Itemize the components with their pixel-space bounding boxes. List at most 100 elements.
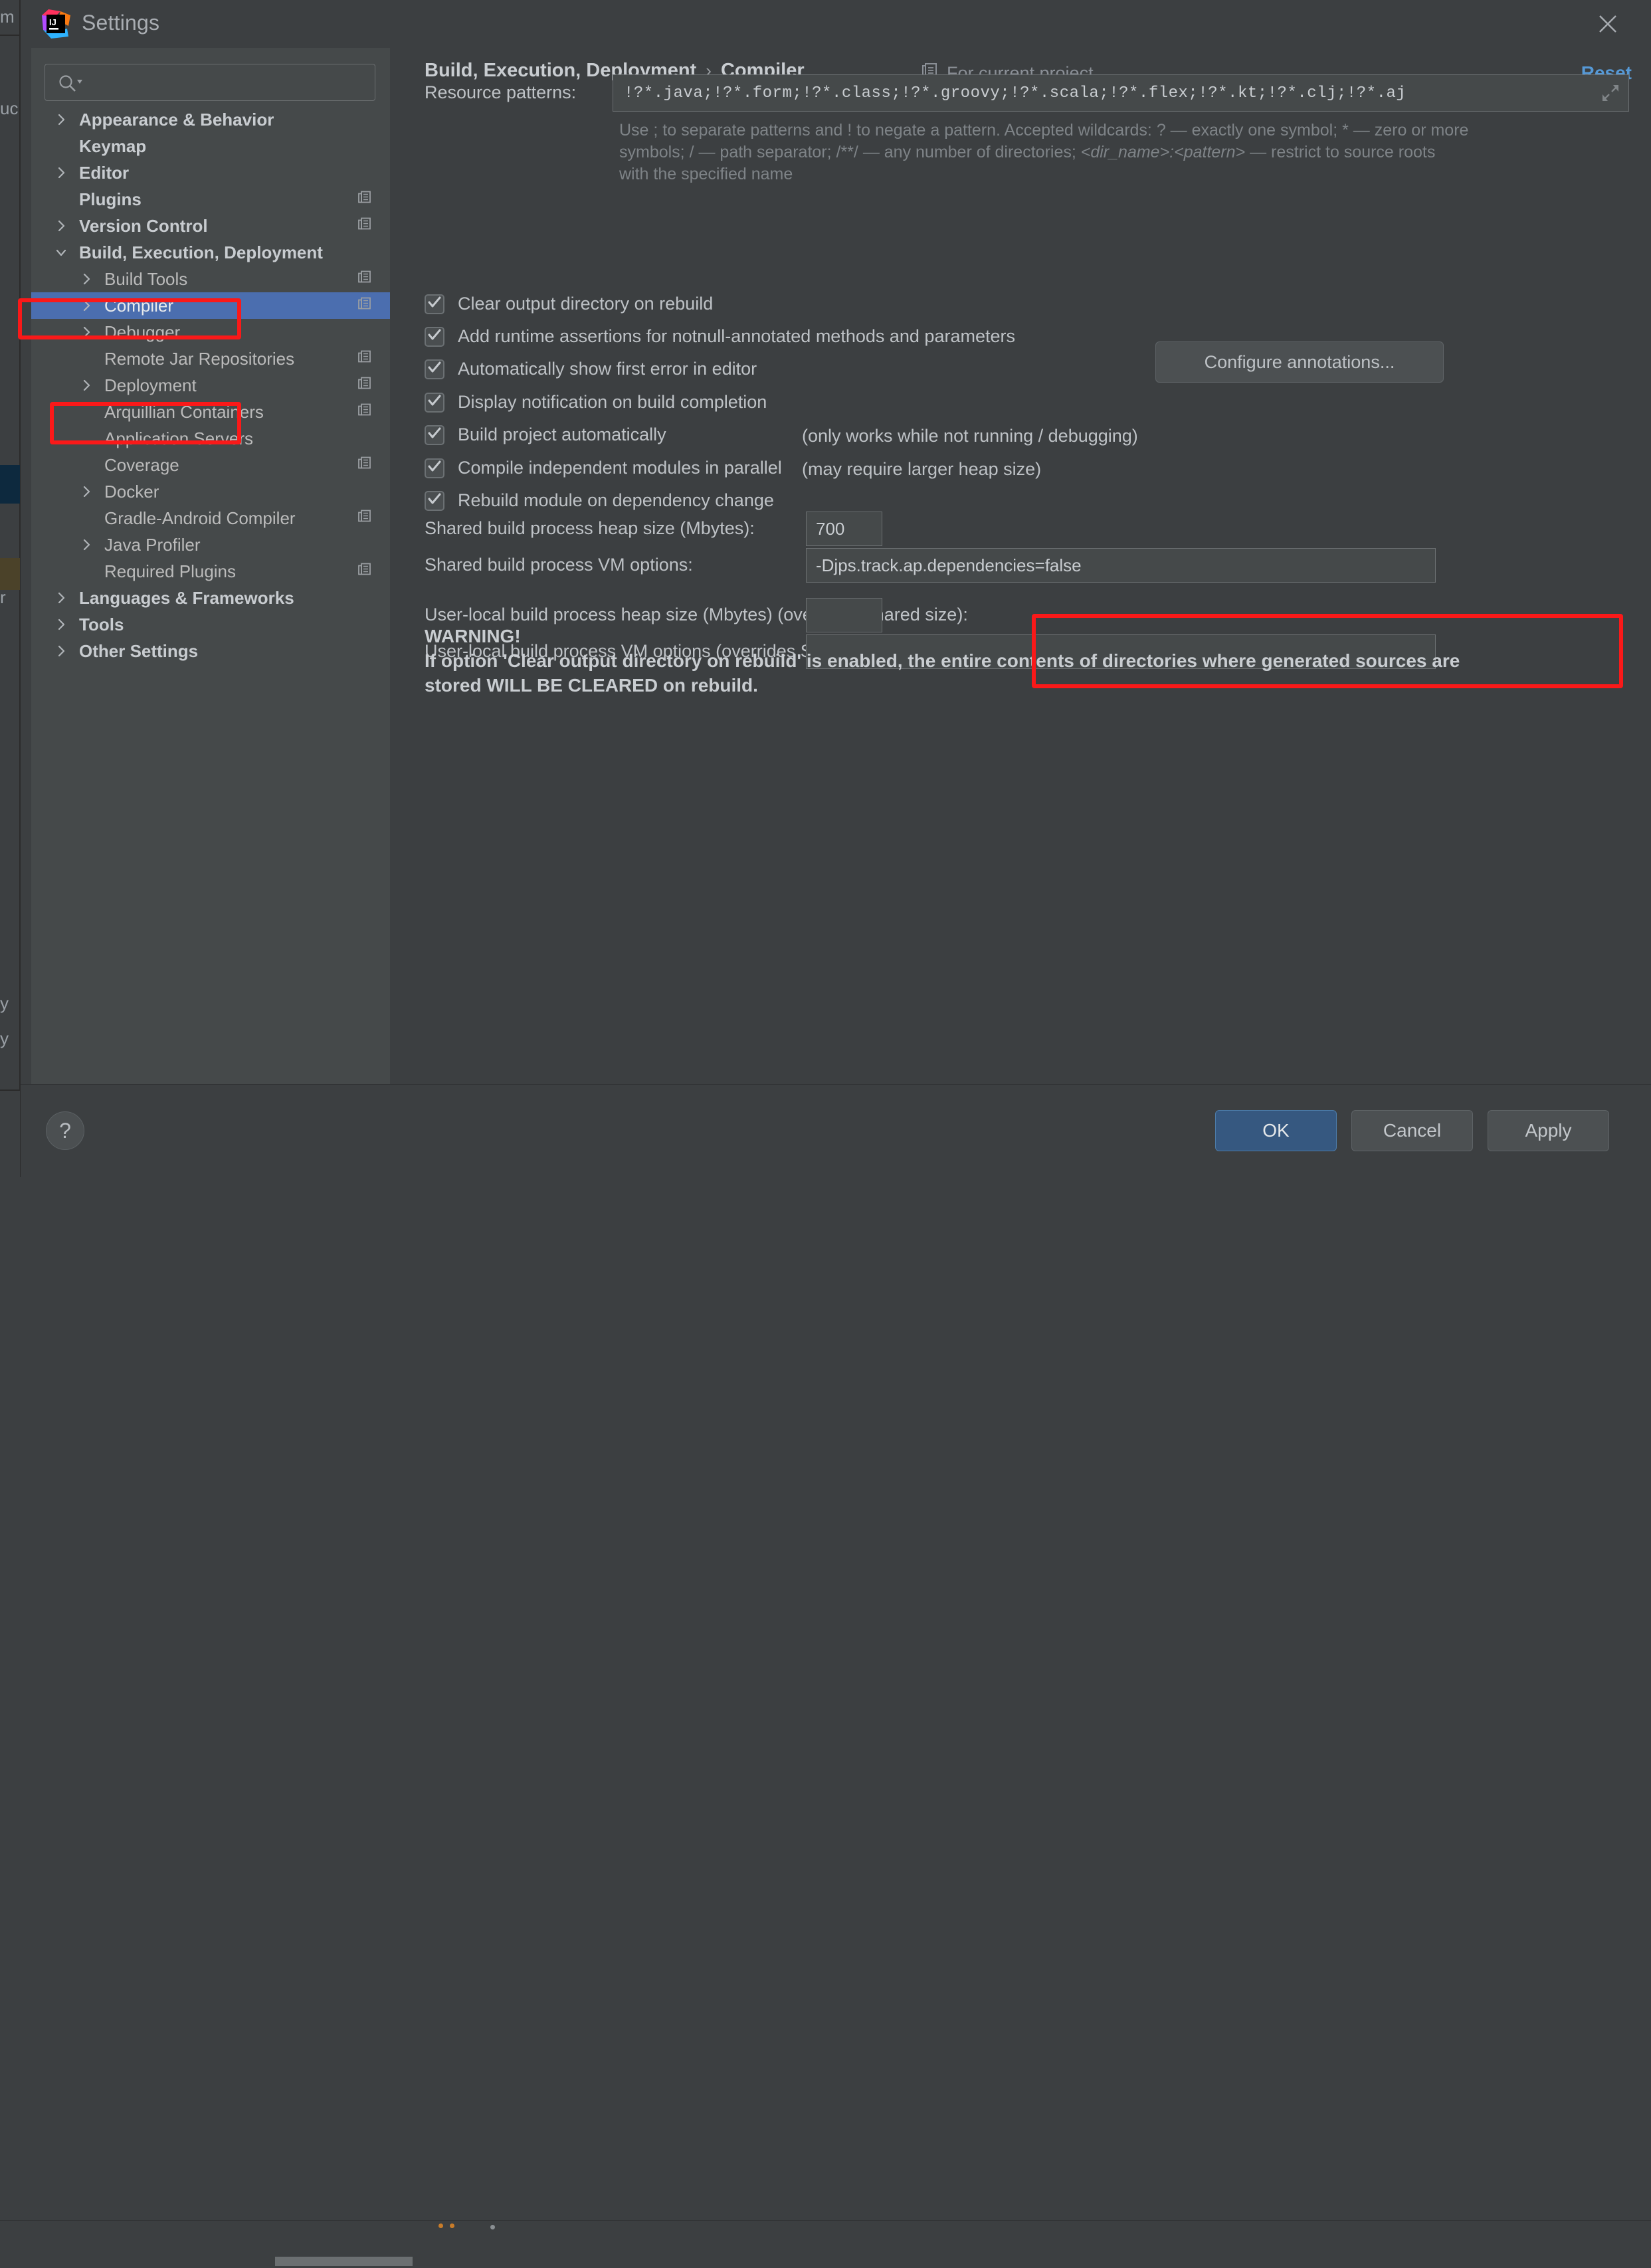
sidebar-item-docker[interactable]: Docker bbox=[31, 478, 390, 505]
chevron-down-icon[interactable] bbox=[54, 245, 68, 260]
field-label: User-local build process heap size (Mbyt… bbox=[425, 605, 968, 624]
configure-annotations-button[interactable]: Configure annotations... bbox=[1155, 341, 1444, 383]
field-input-0[interactable]: 700 bbox=[806, 512, 882, 546]
apply-label: Apply bbox=[1525, 1120, 1572, 1141]
sidebar-item-debugger[interactable]: Debugger bbox=[31, 319, 390, 345]
copy-settings-icon bbox=[357, 190, 373, 209]
check-icon bbox=[427, 426, 442, 444]
checkbox-row-clear-output-directory-on-rebuild[interactable]: Clear output directory on rebuild bbox=[425, 294, 713, 314]
sidebar-item-application-servers[interactable]: Application Servers bbox=[31, 425, 390, 452]
chevron-right-icon[interactable] bbox=[79, 298, 94, 313]
checkbox-row-rebuild-module-on-dependency-change[interactable]: Rebuild module on dependency change bbox=[425, 490, 774, 511]
sidebar-item-label: Tools bbox=[79, 614, 124, 634]
compiler-settings-panel: Build, Execution, Deployment › Compiler … bbox=[390, 48, 1651, 1084]
chevron-right-icon[interactable] bbox=[79, 537, 94, 552]
resource-patterns-value: !?*.java;!?*.form;!?*.class;!?*.groovy;!… bbox=[624, 84, 1407, 102]
sidebar-item-tools[interactable]: Tools bbox=[31, 611, 390, 638]
copy-settings-icon bbox=[357, 349, 373, 369]
checkbox-checked[interactable] bbox=[425, 359, 444, 379]
sidebar-item-plugins[interactable]: Plugins bbox=[31, 186, 390, 213]
chevron-right-icon[interactable] bbox=[54, 644, 68, 658]
settings-tree: Appearance & Behavior Keymap Editor Plugins… bbox=[31, 106, 390, 664]
hint-line-3: with the specified name bbox=[619, 165, 793, 183]
sidebar-item-keymap[interactable]: Keymap bbox=[31, 133, 390, 159]
sidebar-item-compiler[interactable]: Compiler bbox=[31, 292, 390, 319]
checkbox-row-automatically-show-first-error-in-editor[interactable]: Automatically show first error in editor bbox=[425, 359, 757, 379]
checkbox-checked[interactable] bbox=[425, 392, 444, 413]
field-input-1[interactable]: -Djps.track.ap.dependencies=false bbox=[806, 548, 1436, 583]
sidebar-item-languages-frameworks[interactable]: Languages & Frameworks bbox=[31, 585, 390, 611]
sidebar-item-label: Other Settings bbox=[79, 640, 199, 661]
sidebar-item-build-execution-deployment[interactable]: Build, Execution, Deployment bbox=[31, 239, 390, 266]
checkbox-label: Build project automatically bbox=[458, 425, 666, 444]
help-button[interactable]: ? bbox=[46, 1111, 84, 1150]
sidebar-item-label: Java Profiler bbox=[104, 534, 201, 555]
checkbox-checked[interactable] bbox=[425, 458, 444, 478]
sidebar-item-version-control[interactable]: Version Control bbox=[31, 213, 390, 239]
hint-line-1: Use ; to separate patterns and ! to nega… bbox=[619, 121, 1469, 140]
copy-settings-icon bbox=[357, 456, 373, 475]
ok-button[interactable]: OK bbox=[1215, 1110, 1337, 1151]
checkbox-checked[interactable] bbox=[425, 326, 444, 347]
sidebar-item-appearance-behavior[interactable]: Appearance & Behavior bbox=[31, 106, 390, 133]
svg-text:IJ: IJ bbox=[49, 17, 56, 27]
dialog-title: Settings bbox=[82, 11, 160, 35]
resource-patterns-hint: Use ; to separate patterns and ! to nega… bbox=[619, 120, 1629, 185]
chevron-right-icon[interactable] bbox=[54, 219, 68, 233]
search-input[interactable] bbox=[89, 64, 368, 100]
check-icon bbox=[427, 492, 442, 510]
sidebar-item-coverage[interactable]: Coverage bbox=[31, 452, 390, 478]
checkbox-row-display-notification-on-build-completion[interactable]: Display notification on build completion bbox=[425, 392, 767, 413]
sidebar-item-other-settings[interactable]: Other Settings bbox=[31, 638, 390, 664]
copy-settings-icon bbox=[357, 217, 373, 236]
chevron-right-icon[interactable] bbox=[79, 272, 94, 286]
background-selected-row bbox=[0, 465, 20, 504]
checkbox-checked[interactable] bbox=[425, 490, 444, 511]
checkbox-label: Automatically show first error in editor bbox=[458, 359, 757, 379]
copy-settings-icon bbox=[357, 270, 373, 289]
sidebar-item-label: Arquillian Containers bbox=[104, 401, 264, 422]
background-text-fragment: y bbox=[0, 1028, 9, 1048]
expand-icon[interactable] bbox=[1593, 75, 1628, 111]
cancel-button[interactable]: Cancel bbox=[1351, 1110, 1473, 1151]
checkbox-row-compile-independent-modules-in-parallel[interactable]: Compile independent modules in parallel bbox=[425, 458, 782, 478]
checkbox-row-add-runtime-assertions-for-notnull-annotated-methods-and-parameters[interactable]: Add runtime assertions for notnull-annot… bbox=[425, 326, 1015, 347]
sidebar-item-java-profiler[interactable]: Java Profiler bbox=[31, 531, 390, 558]
hint-line-2b: — restrict to source roots bbox=[1245, 143, 1436, 161]
background-text-fragment: m bbox=[0, 7, 15, 27]
apply-button[interactable]: Apply bbox=[1488, 1110, 1609, 1151]
chevron-right-icon[interactable] bbox=[79, 378, 94, 393]
sidebar-item-label: Application Servers bbox=[104, 428, 253, 448]
sidebar-item-label: Build, Execution, Deployment bbox=[79, 242, 323, 262]
resource-patterns-field[interactable]: !?*.java;!?*.form;!?*.class;!?*.groovy;!… bbox=[613, 74, 1629, 112]
checkbox-label: Display notification on build completion bbox=[458, 392, 767, 412]
background-progress-chip bbox=[275, 2257, 413, 2266]
check-icon bbox=[427, 295, 442, 313]
chevron-right-icon[interactable] bbox=[54, 591, 68, 605]
chevron-right-icon[interactable] bbox=[79, 325, 94, 339]
checkbox-label: Rebuild module on dependency change bbox=[458, 490, 774, 510]
checkbox-side-note: (may require larger heap size) bbox=[802, 459, 1042, 479]
checkbox-row-build-project-automatically[interactable]: Build project automatically bbox=[425, 425, 666, 445]
search-box[interactable] bbox=[45, 64, 375, 101]
chevron-right-icon[interactable] bbox=[79, 484, 94, 499]
configure-annotations-label: Configure annotations... bbox=[1204, 351, 1395, 372]
sidebar-item-build-tools[interactable]: Build Tools bbox=[31, 266, 390, 292]
sidebar-item-remote-jar-repositories[interactable]: Remote Jar Repositories bbox=[31, 345, 390, 372]
close-icon[interactable] bbox=[1564, 0, 1651, 48]
check-icon bbox=[427, 393, 442, 411]
sidebar-item-arquillian-containers[interactable]: Arquillian Containers bbox=[31, 399, 390, 425]
sidebar-item-deployment[interactable]: Deployment bbox=[31, 372, 390, 399]
sidebar-item-required-plugins[interactable]: Required Plugins bbox=[31, 558, 390, 585]
checkbox-checked[interactable] bbox=[425, 425, 444, 445]
chevron-right-icon[interactable] bbox=[54, 112, 68, 127]
sidebar-item-label: Coverage bbox=[104, 454, 179, 475]
chevron-right-icon[interactable] bbox=[54, 165, 68, 180]
settings-tree-panel: Appearance & Behavior Keymap Editor Plugins… bbox=[31, 48, 390, 1084]
chevron-right-icon[interactable] bbox=[54, 617, 68, 632]
checkbox-checked[interactable] bbox=[425, 294, 444, 314]
dialog-footer: ? OK Cancel Apply bbox=[21, 1084, 1651, 1177]
sidebar-item-gradle-android-compiler[interactable]: Gradle-Android Compiler bbox=[31, 505, 390, 531]
sidebar-item-label: Version Control bbox=[79, 215, 208, 236]
sidebar-item-editor[interactable]: Editor bbox=[31, 159, 390, 186]
